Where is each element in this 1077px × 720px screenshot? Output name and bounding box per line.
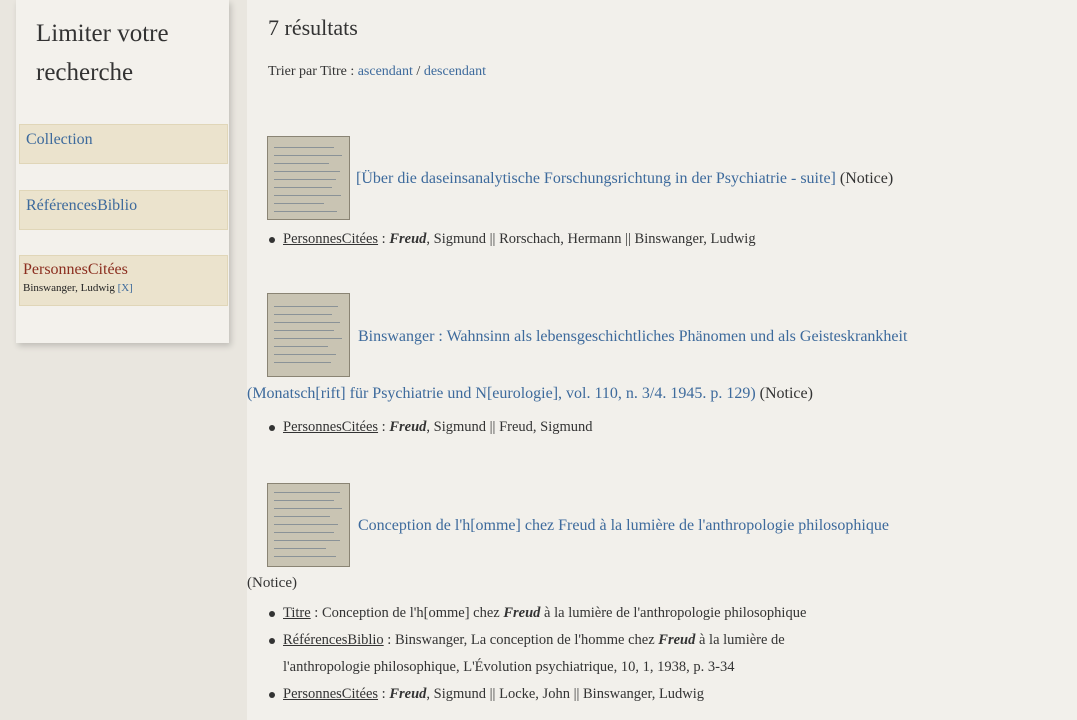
metadata-value: à la lumière de l'anthropologie philosop… <box>540 605 807 621</box>
facet-personnes-citees: PersonnesCitées Binswanger, Ludwig [X] <box>19 255 228 306</box>
metadata-value: à la lumière de <box>695 632 785 648</box>
remove-filter-button[interactable]: [X] <box>118 282 133 294</box>
metadata-references-biblio: RéférencesBiblio : Binswanger, La concep… <box>267 627 806 654</box>
metadata-key[interactable]: RéférencesBiblio <box>283 632 384 648</box>
sort-descending-link[interactable]: descendant <box>424 64 486 79</box>
document-thumbnail[interactable] <box>267 136 350 220</box>
sort-ascending-link[interactable]: ascendant <box>358 64 413 79</box>
result-metadata: PersonnesCitées : Freud, Sigmund || Rors… <box>267 226 756 253</box>
sort-prefix: Trier par Titre : <box>268 64 358 79</box>
result-title-line: (Monatsch[rift] für Psychiatrie und N[eu… <box>247 385 813 403</box>
result-title-line: Conception de l'h[omme] chez Freud à la … <box>358 517 889 535</box>
results-count: 7 résultats <box>268 15 358 40</box>
result-title-link[interactable]: [Über die daseinsanalytische Forschungsr… <box>356 170 836 187</box>
facet-references-biblio[interactable]: RéférencesBiblio <box>19 190 228 230</box>
metadata-personnes-citees: PersonnesCitées : Freud, Sigmund || Rors… <box>267 226 756 253</box>
metadata-titre: Titre : Conception de l'h[omme] chez Fre… <box>267 600 806 627</box>
document-thumbnail[interactable] <box>267 483 350 567</box>
metadata-value: , Sigmund || Locke, John || Binswanger, … <box>426 686 705 702</box>
result-type: (Notice) <box>759 385 813 402</box>
metadata-value: l'anthropologie philosophique, L'Évoluti… <box>283 659 735 675</box>
metadata-sep: : <box>378 419 390 435</box>
result-metadata: Titre : Conception de l'h[omme] chez Fre… <box>267 600 806 708</box>
metadata-key[interactable]: PersonnesCitées <box>283 231 378 247</box>
metadata-personnes-citees: PersonnesCitées : Freud, Sigmund || Lock… <box>267 681 806 708</box>
result-type-line: (Notice) <box>247 575 297 592</box>
metadata-key[interactable]: Titre <box>283 605 311 621</box>
result-title-link-continued[interactable]: (Monatsch[rift] für Psychiatrie und N[eu… <box>247 385 756 402</box>
selected-filter-value: Binswanger, Ludwig <box>23 282 115 294</box>
metadata-personnes-citees: PersonnesCitées : Freud, Sigmund || Freu… <box>267 414 593 441</box>
highlight-term: Freud <box>389 231 427 247</box>
facet-references-biblio-link[interactable]: RéférencesBiblio <box>26 197 137 214</box>
metadata-value: , Sigmund || Rorschach, Hermann || Binsw… <box>426 231 756 247</box>
metadata-key[interactable]: PersonnesCitées <box>283 419 378 435</box>
result-type: (Notice) <box>247 575 297 591</box>
highlight-term: Freud <box>658 632 696 648</box>
result-title-link[interactable]: Binswanger : Wahnsinn als lebensgeschich… <box>358 328 907 345</box>
metadata-continuation: l'anthropologie philosophique, L'Évoluti… <box>267 654 806 681</box>
facet-collection-link[interactable]: Collection <box>26 131 93 148</box>
selected-filter: Binswanger, Ludwig [X] <box>23 282 224 294</box>
result-type: (Notice) <box>839 170 894 187</box>
results-panel: 7 résultats Trier par Titre : ascendant … <box>247 0 1077 720</box>
highlight-term: Freud <box>389 419 427 435</box>
metadata-sep: : <box>383 632 395 648</box>
highlight-term: Freud <box>389 686 427 702</box>
highlight-term: Freud <box>503 605 541 621</box>
sort-separator: / <box>412 64 424 79</box>
sort-controls: Trier par Titre : ascendant / descendant <box>268 64 486 80</box>
facet-personnes-citees-label: PersonnesCitées <box>23 261 128 278</box>
facet-collection[interactable]: Collection <box>19 124 228 164</box>
result-title-line: [Über die daseinsanalytische Forschungsr… <box>356 170 893 188</box>
result-metadata: PersonnesCitées : Freud, Sigmund || Freu… <box>267 414 593 441</box>
metadata-value: Conception de l'h[omme] chez <box>321 605 504 621</box>
metadata-key[interactable]: PersonnesCitées <box>283 686 378 702</box>
result-title-line: Binswanger : Wahnsinn als lebensgeschich… <box>358 328 907 346</box>
sidebar-title: Limiter votre recherche <box>36 20 169 86</box>
metadata-value: , Sigmund || Freud, Sigmund <box>426 419 593 435</box>
metadata-value: Binswanger, La conception de l'homme che… <box>394 632 659 648</box>
metadata-sep: : <box>378 231 390 247</box>
metadata-sep: : <box>310 605 322 621</box>
result-title-link[interactable]: Conception de l'h[omme] chez Freud à la … <box>358 517 889 534</box>
metadata-sep: : <box>378 686 390 702</box>
document-thumbnail[interactable] <box>267 293 350 377</box>
